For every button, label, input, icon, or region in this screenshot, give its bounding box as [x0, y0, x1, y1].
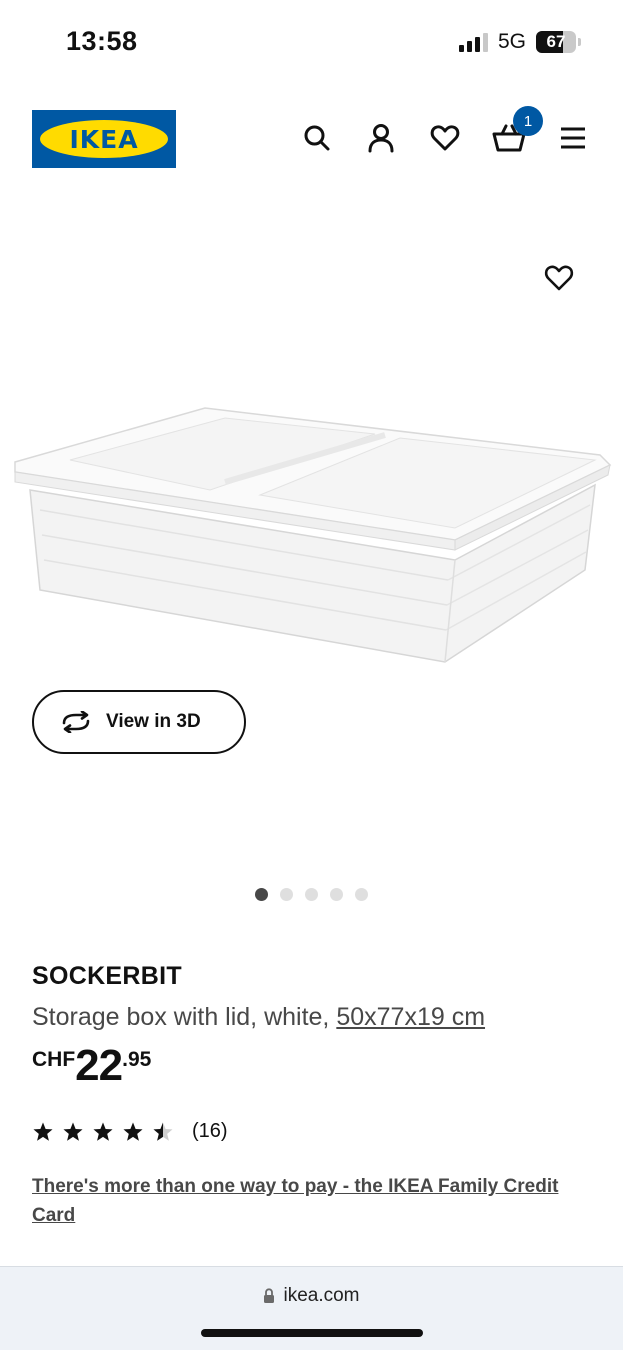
gallery-pagination: [0, 888, 623, 901]
review-count: (16): [192, 1120, 228, 1142]
network-label: 5G: [497, 30, 526, 53]
price-integer: 22: [75, 1041, 123, 1090]
ikea-logo[interactable]: IKEA: [32, 110, 176, 168]
product-name: SOCKERBIT: [32, 962, 182, 990]
battery-level: 67: [546, 32, 566, 51]
product-description: Storage box with lid, white, 50x77x19 cm: [32, 1003, 592, 1032]
signal-icon: [458, 32, 488, 52]
status-indicators: 5G 67: [458, 30, 581, 54]
add-to-favourites-heart-icon[interactable]: [541, 260, 577, 296]
ikea-family-credit-link[interactable]: There's more than one way to pay - the I…: [32, 1173, 592, 1230]
search-icon[interactable]: [299, 120, 335, 156]
gallery-dot[interactable]: [330, 888, 343, 901]
gallery-dot[interactable]: [280, 888, 293, 901]
url-text: ikea.com: [283, 1285, 360, 1306]
product-image: [14, 407, 612, 663]
view-in-3d-button[interactable]: View in 3D: [32, 690, 246, 754]
browser-address-bar[interactable]: ikea.com: [0, 1266, 623, 1350]
star-full-icon: [33, 1122, 53, 1141]
home-indicator[interactable]: [201, 1329, 423, 1337]
menu-icon[interactable]: [555, 120, 591, 156]
battery-tip: [578, 38, 581, 46]
cart-icon[interactable]: 1: [491, 106, 543, 156]
status-time: 13:58: [66, 26, 138, 56]
gallery-dot[interactable]: [305, 888, 318, 901]
product-info: SOCKERBIT Storage box with lid, white, 5…: [32, 962, 592, 1230]
site-header: IKEA 1: [0, 106, 623, 172]
gallery-dot[interactable]: [355, 888, 368, 901]
product-price: CHF 22 .95: [32, 1044, 592, 1088]
star-full-icon: [123, 1122, 143, 1141]
product-size-link[interactable]: 50x77x19 cm: [336, 1003, 485, 1031]
rotate-3d-icon: [62, 711, 90, 733]
rating-stars: [32, 1121, 174, 1143]
gallery-dot[interactable]: [255, 888, 268, 901]
heart-icon[interactable]: [427, 120, 463, 156]
header-actions: 1: [299, 106, 591, 156]
star-half-icon: [153, 1122, 173, 1141]
view-in-3d-label: View in 3D: [106, 711, 201, 732]
user-icon[interactable]: [363, 120, 399, 156]
product-rating[interactable]: (16): [32, 1120, 592, 1143]
star-full-icon: [93, 1122, 113, 1141]
logo-text: IKEA: [69, 124, 139, 154]
price-currency: CHF: [32, 1048, 76, 1071]
star-full-icon: [63, 1122, 83, 1141]
lock-icon: [264, 1288, 275, 1303]
battery-icon: 67: [536, 31, 576, 53]
product-description-text: Storage box with lid, white,: [32, 1003, 337, 1031]
product-gallery[interactable]: View in 3D: [0, 180, 623, 901]
logo-oval: IKEA: [40, 120, 168, 158]
price-decimal: .95: [122, 1048, 152, 1071]
status-bar: 13:58 5G 67: [0, 0, 623, 84]
cart-count-badge: 1: [513, 106, 543, 136]
url-display[interactable]: ikea.com: [0, 1285, 623, 1307]
